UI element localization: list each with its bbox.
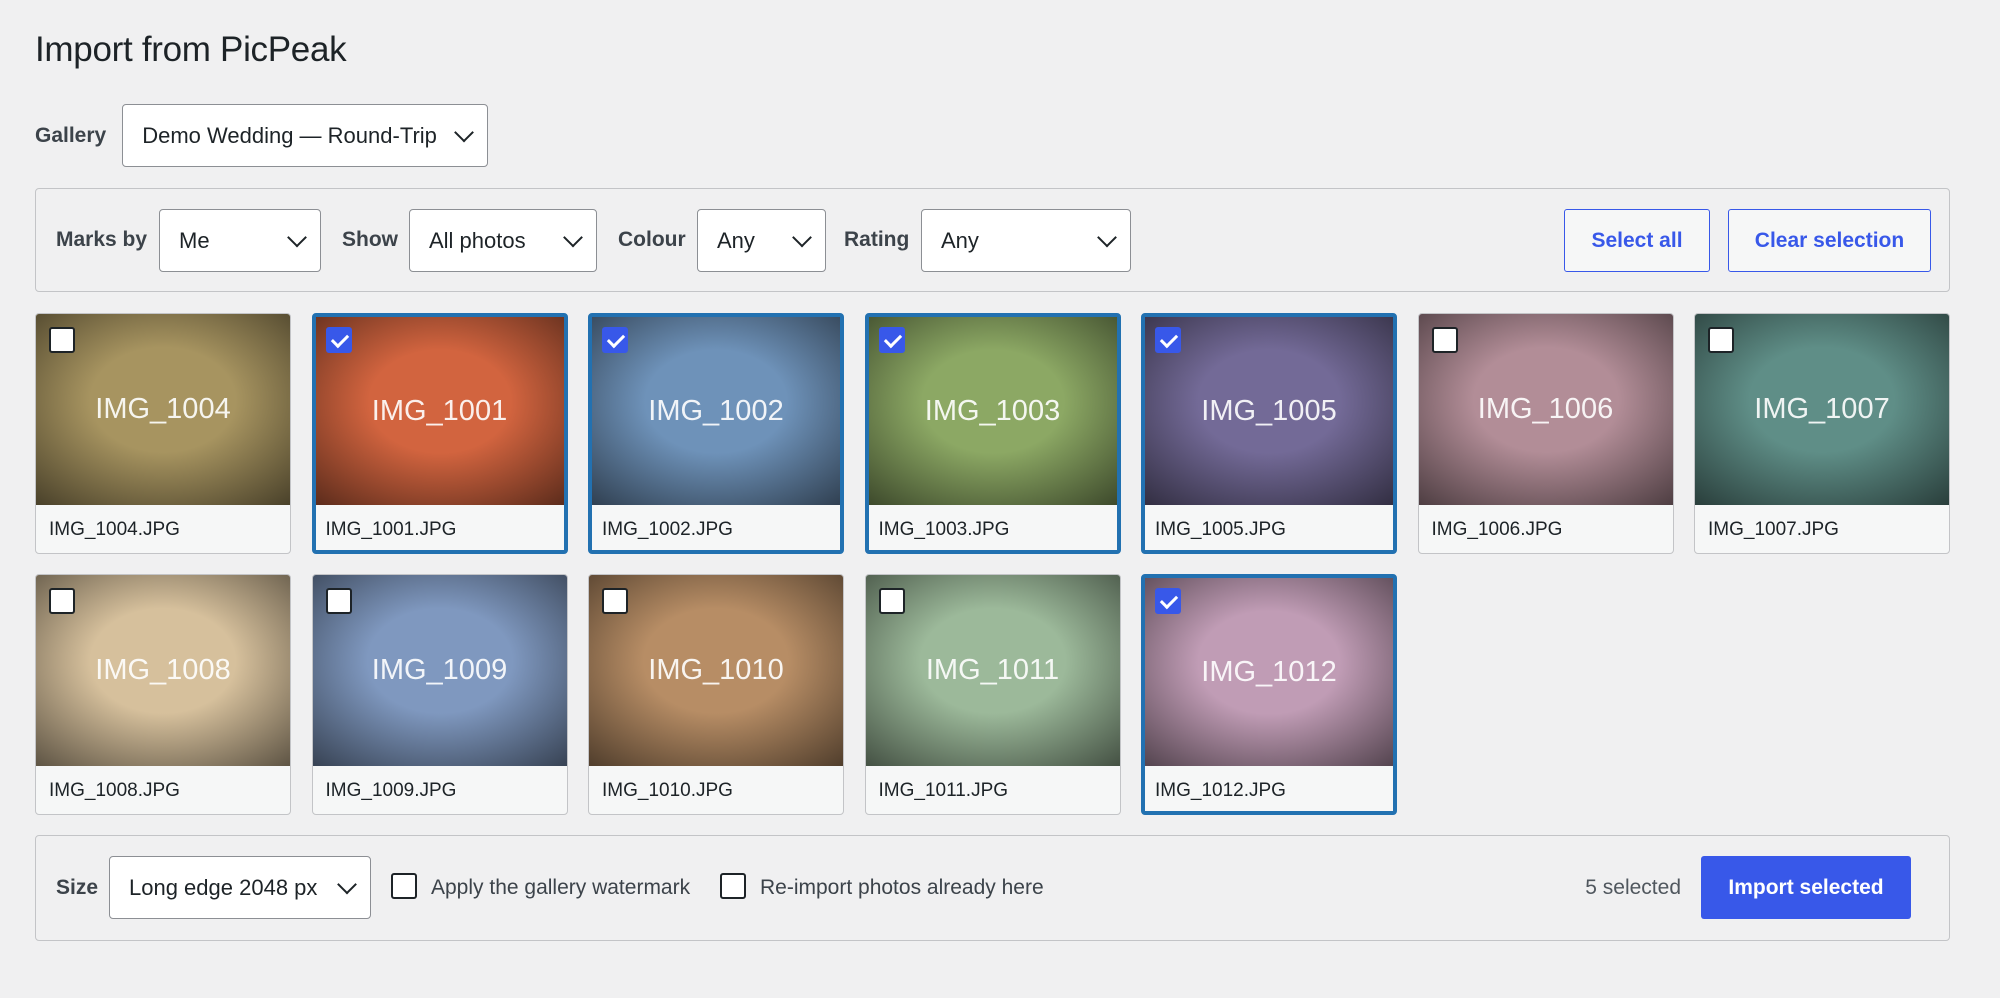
photo-filename: IMG_1010.JPG — [602, 780, 733, 801]
thumbnail-label: IMG_1010 — [648, 654, 784, 686]
photo-filename: IMG_1011.JPG — [878, 780, 1009, 801]
photo-select-checkbox[interactable] — [878, 588, 905, 614]
chevron-down-icon — [792, 227, 812, 247]
reimport-label: Re-import photos already here — [760, 875, 1044, 899]
photo-filename: IMG_1004.JPG — [49, 519, 180, 540]
chevron-down-icon — [563, 227, 583, 247]
photo-thumbnail[interactable]: IMG_1002 — [592, 317, 840, 505]
import-selected-button[interactable]: Import selected — [1701, 856, 1911, 919]
marks-by-value: Me — [179, 227, 210, 253]
chevron-down-icon — [337, 874, 357, 894]
photo-select-checkbox[interactable] — [325, 588, 352, 614]
photo-filename: IMG_1007.JPG — [1708, 519, 1839, 540]
watermark-option[interactable]: Apply the gallery watermark — [391, 836, 690, 939]
photo-select-checkbox[interactable] — [325, 327, 352, 353]
marks-by-label: Marks by — [56, 228, 148, 251]
photo-select-checkbox[interactable] — [878, 327, 905, 353]
thumbnail-label: IMG_1008 — [95, 654, 231, 686]
photo-card[interactable]: IMG_1010 IMG_1010.JPG — [588, 574, 844, 815]
photo-card[interactable]: IMG_1003 IMG_1003.JPG — [864, 313, 1121, 554]
thumbnail-label: IMG_1004 — [95, 393, 231, 425]
show-label: Show — [342, 228, 398, 251]
size-label: Size — [56, 876, 99, 899]
photo-thumbnail[interactable]: IMG_1009 — [312, 575, 567, 766]
thumbnail-label: IMG_1002 — [648, 394, 784, 427]
thumbnail-label: IMG_1009 — [371, 654, 508, 686]
thumbnail-label: IMG_1003 — [924, 394, 1061, 427]
photo-filename: IMG_1002.JPG — [602, 519, 733, 540]
colour-value: Any — [717, 227, 755, 253]
watermark-checkbox[interactable] — [391, 872, 417, 899]
photo-select-checkbox[interactable] — [49, 588, 75, 614]
select-all-button[interactable]: Select all — [1564, 209, 1710, 272]
chevron-down-icon — [287, 227, 307, 247]
size-value: Long edge 2048 px — [129, 874, 318, 900]
thumbnail-label: IMG_1012 — [1201, 655, 1337, 688]
photo-thumbnail[interactable]: IMG_1001 — [315, 317, 564, 505]
gallery-select-value: Demo Wedding — Round-Trip — [142, 122, 437, 148]
chevron-down-icon — [1097, 227, 1117, 247]
gallery-row: Gallery Demo Wedding — Round-Trip — [35, 104, 489, 167]
page-title: Import from PicPeak — [35, 30, 347, 69]
photo-thumbnail[interactable]: IMG_1005 — [1145, 317, 1393, 505]
photo-card[interactable]: IMG_1007 IMG_1007.JPG — [1694, 313, 1950, 554]
photo-grid: IMG_1004 IMG_1004.JPG IMG_1001 IMG_1001.JPG… — [35, 313, 1950, 815]
photo-thumbnail[interactable]: IMG_1008 — [36, 575, 290, 766]
filter-panel: Marks by Me Show All photos Colour Any R… — [35, 188, 1950, 292]
photo-thumbnail[interactable]: IMG_1012 — [1145, 578, 1393, 766]
photo-thumbnail[interactable]: IMG_1003 — [868, 317, 1117, 505]
photo-thumbnail[interactable]: IMG_1006 — [1418, 314, 1673, 505]
photo-select-checkbox[interactable] — [602, 327, 628, 353]
show-select[interactable]: All photos — [409, 209, 597, 272]
photo-select-checkbox[interactable] — [1708, 327, 1734, 353]
show-value: All photos — [429, 227, 526, 253]
photo-card[interactable]: IMG_1006 IMG_1006.JPG — [1417, 313, 1674, 554]
photo-card[interactable]: IMG_1009 IMG_1009.JPG — [311, 574, 568, 815]
marks-by-select[interactable]: Me — [159, 209, 321, 272]
photo-card[interactable]: IMG_1001 IMG_1001.JPG — [311, 313, 568, 554]
size-select[interactable]: Long edge 2048 px — [109, 856, 371, 919]
photo-select-checkbox[interactable] — [1431, 327, 1458, 353]
photo-thumbnail[interactable]: IMG_1011 — [865, 575, 1120, 766]
photo-thumbnail[interactable]: IMG_1004 — [36, 314, 290, 505]
rating-label: Rating — [844, 228, 910, 251]
reimport-checkbox[interactable] — [720, 872, 746, 899]
photo-filename: IMG_1012.JPG — [1155, 780, 1286, 801]
rating-value: Any — [941, 227, 979, 253]
photo-filename: IMG_1005.JPG — [1155, 519, 1286, 540]
thumbnail-label: IMG_1011 — [925, 654, 1060, 686]
photo-filename: IMG_1006.JPG — [1431, 519, 1563, 540]
photo-select-checkbox[interactable] — [49, 327, 75, 353]
photo-card[interactable]: IMG_1004 IMG_1004.JPG — [35, 313, 291, 554]
import-options-panel: Size Long edge 2048 px Apply the gallery… — [35, 835, 1950, 941]
watermark-label: Apply the gallery watermark — [431, 875, 691, 899]
rating-select[interactable]: Any — [921, 209, 1131, 272]
selected-count: 5 selected — [1585, 876, 1681, 899]
photo-card[interactable]: IMG_1011 IMG_1011.JPG — [864, 574, 1121, 815]
photo-card[interactable]: IMG_1012 IMG_1012.JPG — [1141, 574, 1397, 815]
thumbnail-label: IMG_1007 — [1754, 393, 1890, 425]
thumbnail-label: IMG_1005 — [1201, 394, 1337, 427]
thumbnail-label: IMG_1001 — [371, 394, 508, 427]
photo-select-checkbox[interactable] — [1155, 588, 1181, 614]
photo-select-checkbox[interactable] — [602, 588, 628, 614]
photo-filename: IMG_1001.JPG — [325, 519, 457, 540]
photo-filename: IMG_1008.JPG — [49, 780, 180, 801]
photo-thumbnail[interactable]: IMG_1007 — [1695, 314, 1949, 505]
colour-select[interactable]: Any — [697, 209, 826, 272]
thumbnail-label: IMG_1006 — [1477, 393, 1614, 425]
chevron-down-icon — [454, 122, 475, 142]
photo-card[interactable]: IMG_1008 IMG_1008.JPG — [35, 574, 291, 815]
colour-label: Colour — [618, 228, 686, 251]
photo-select-checkbox[interactable] — [1155, 327, 1181, 353]
clear-selection-button[interactable]: Clear selection — [1728, 209, 1931, 272]
photo-card[interactable]: IMG_1002 IMG_1002.JPG — [588, 313, 844, 554]
photo-filename: IMG_1009.JPG — [325, 780, 457, 801]
photo-thumbnail[interactable]: IMG_1010 — [589, 575, 843, 766]
gallery-select[interactable]: Demo Wedding — Round-Trip — [122, 104, 489, 167]
photo-filename: IMG_1003.JPG — [878, 519, 1010, 540]
photo-card[interactable]: IMG_1005 IMG_1005.JPG — [1141, 313, 1397, 554]
gallery-label: Gallery — [35, 123, 107, 147]
reimport-option[interactable]: Re-import photos already here — [720, 836, 1044, 939]
